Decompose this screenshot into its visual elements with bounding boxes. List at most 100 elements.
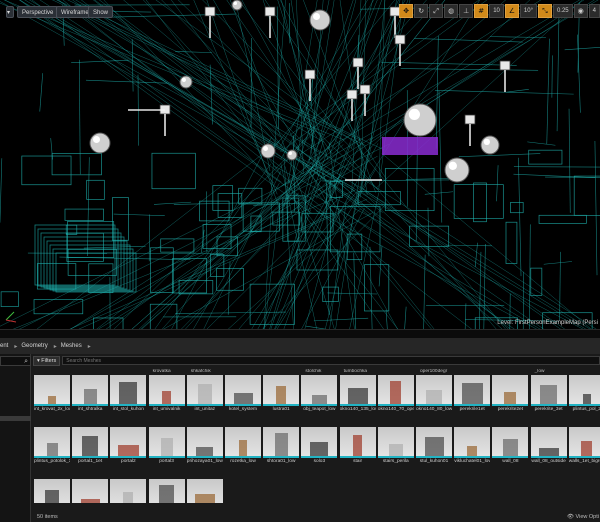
show-button[interactable]: Show (88, 6, 114, 18)
asset-tile[interactable] (148, 479, 185, 503)
wire-edge (353, 252, 357, 329)
grid-snap-icon[interactable]: # (474, 4, 489, 18)
wire-edge (312, 193, 541, 329)
mesh-thumbnail-icon (34, 479, 70, 503)
folder-search-input[interactable]: ⌕ (0, 356, 31, 366)
wire-edge (369, 246, 373, 329)
asset-tile[interactable] (34, 479, 70, 503)
asset-tile[interactable]: stul_kuhon01 (416, 427, 452, 469)
view-options-button[interactable]: 👁 View Opti (567, 512, 599, 522)
camera-speed-icon[interactable]: ◉ (573, 4, 588, 18)
asset-tile[interactable]: prihozaya01_low (186, 427, 223, 469)
asset-label: okno140_135_low (339, 407, 376, 412)
breadcrumb-geometry[interactable]: Geometry (21, 343, 47, 349)
wire-edge (568, 108, 571, 213)
breadcrumb-content[interactable]: ent (0, 343, 8, 349)
asset-tile[interactable]: int_shtralka (72, 375, 109, 417)
reflection-sphere-icon (231, 0, 243, 11)
asset-tile[interactable]: stairs_perila (377, 427, 414, 469)
level-prefix: Level: (497, 320, 514, 326)
asset-tile[interactable]: solo3 (301, 427, 338, 469)
asset-tile[interactable]: portal2 (110, 427, 147, 469)
asset-tile[interactable]: plintus_pol_2 (568, 375, 600, 417)
asset-tile[interactable] (72, 479, 109, 503)
world-local-icon[interactable]: ◍ (444, 4, 459, 18)
sphere-highlight (288, 151, 292, 155)
asset-tile[interactable]: plintus_potolok_1_et (34, 427, 70, 469)
viewport-menu-button[interactable]: ▾ (6, 6, 14, 18)
asset-label: stul_kuhon01 (419, 459, 449, 464)
mesh-thumbnail-icon (377, 427, 414, 458)
asset-tile[interactable]: wall_08_outside (530, 427, 567, 469)
asset-tile[interactable]: rozetka_low (225, 427, 261, 469)
asset-tile[interactable]: stair (339, 427, 376, 469)
wire-box (33, 299, 84, 315)
asset-tile[interactable] (110, 479, 147, 503)
scale-tool-icon[interactable]: ⤢ (429, 4, 444, 18)
asset-tile[interactable]: int_umivalnik (148, 375, 185, 417)
breadcrumb-meshes[interactable]: Meshes (61, 343, 82, 349)
asset-tile[interactable]: int_stol_kuhon (110, 375, 147, 417)
wire-edge (4, 0, 355, 192)
filters-button[interactable]: ▾ Filters (33, 355, 61, 366)
asset-tile[interactable]: okno140_135_low (339, 375, 376, 417)
asset-label: int_unitaz (194, 407, 216, 412)
asset-tile[interactable]: portal3 (148, 427, 185, 469)
wire-edge (496, 165, 499, 202)
scale-snap-value[interactable]: 0.25 (552, 4, 573, 18)
search-input[interactable] (62, 356, 600, 365)
asset-tile[interactable]: portal1_1et (72, 427, 109, 469)
scale-snap-icon[interactable]: ⤡ (537, 4, 552, 18)
mesh-thumbnail-icon (301, 375, 338, 406)
asset-tile[interactable]: perekrite2et (492, 375, 529, 417)
asset-tile[interactable]: walls_1et_bigroom (568, 427, 600, 469)
wire-box (0, 291, 19, 307)
wire-edge (322, 179, 450, 182)
camera-speed-value[interactable]: 4 (588, 4, 600, 18)
mesh-thumbnail-icon (301, 427, 338, 458)
mesh-thumbnail-icon (568, 427, 600, 458)
asset-tile[interactable] (186, 479, 223, 503)
asset-tile[interactable]: kotel_system (225, 375, 261, 417)
asset-tile[interactable]: obj_teapot_low (301, 375, 338, 417)
mesh-thumbnail-icon (110, 427, 147, 458)
asset-tile[interactable]: vikluchatel01_low (454, 427, 491, 469)
asset-tile[interactable]: okno140_70_opening_low (377, 375, 414, 417)
mesh-thumbnail-icon (186, 427, 223, 458)
selected-folder[interactable] (0, 416, 31, 421)
asset-tile[interactable]: perekrite_3et (530, 375, 567, 417)
surface-snap-icon[interactable]: ⊥ (459, 4, 474, 18)
wire-edge (479, 251, 482, 329)
mesh-thumbnail-icon (492, 375, 529, 406)
rotate-snap-value[interactable]: 10° (519, 4, 537, 18)
move-tool-icon[interactable]: ✥ (399, 4, 414, 18)
level-viewport[interactable]: ▾ Perspective Wireframe Show ✥ ↻ ⤢ ◍ ⊥ #… (0, 0, 600, 330)
reflection-sphere-icon (260, 143, 276, 159)
mesh-thumbnail-icon (416, 375, 452, 406)
mesh-thumbnail-icon (492, 427, 529, 458)
wire-edge (577, 34, 581, 113)
wire-edge (385, 309, 388, 329)
mesh-thumbnail-icon (72, 427, 109, 458)
asset-tile[interactable]: perekrile1et (454, 375, 491, 417)
perspective-button[interactable]: Perspective (17, 6, 59, 18)
asset-label: stair (353, 459, 363, 464)
asset-tile[interactable]: int_unitaz (186, 375, 223, 417)
grid-snap-value[interactable]: 10 (489, 4, 504, 18)
mesh-thumbnail-icon (454, 375, 491, 406)
asset-label: krovatka (152, 369, 171, 374)
asset-tile[interactable]: lustra01 (263, 375, 300, 417)
mesh-thumbnail-icon (148, 375, 185, 406)
mesh-thumbnail-icon (530, 427, 567, 458)
asset-label: portal1_1et (78, 459, 103, 464)
wire-edge (271, 0, 396, 150)
asset-tile[interactable]: wall_08 (492, 427, 529, 469)
asset-label: shkafchik (190, 369, 211, 374)
rotate-tool-icon[interactable]: ↻ (414, 4, 429, 18)
asset-tile[interactable]: okno140_80_low (416, 375, 452, 417)
wire-box (528, 149, 563, 165)
asset-tile[interactable]: int_krovat_2x_low (34, 375, 70, 417)
asset-tile[interactable]: shtora01_low (263, 427, 300, 469)
rotate-snap-icon[interactable]: ∠ (504, 4, 519, 18)
asset-label: okno140_70_opening_low (377, 407, 414, 412)
